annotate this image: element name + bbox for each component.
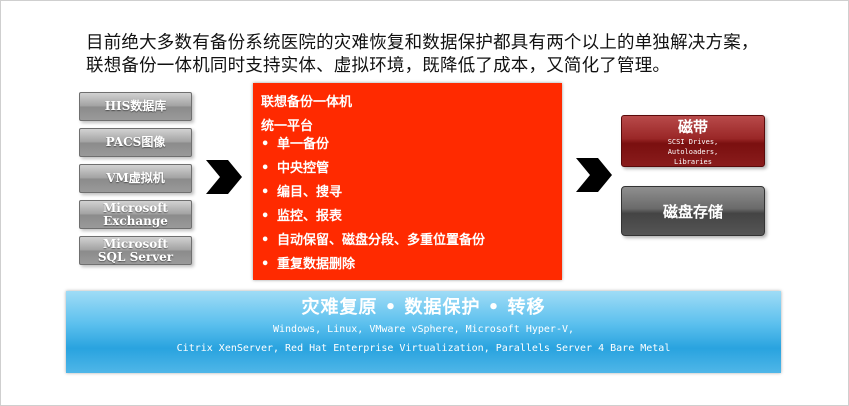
feature-label: 单一备份 [277, 137, 330, 152]
source-pacs-images: PACS图像 [79, 128, 192, 157]
platform-bar: 灾难复原 • 数据保护 • 转移 Windows, Linux, VMware … [66, 291, 781, 373]
arrow-right-icon [576, 158, 612, 192]
source-label-2: Exchange [103, 213, 168, 228]
center-title: 联想备份一体机 [261, 95, 353, 110]
source-sql-server: Microsoft SQL Server [79, 236, 192, 265]
bullet: • [261, 137, 270, 152]
feature-label: 编目、搜寻 [277, 185, 343, 200]
source-vm: VM虚拟机 [79, 164, 192, 193]
feature-label: 监控、报表 [277, 209, 343, 224]
bullet: • [261, 209, 270, 224]
bullet: • [261, 233, 270, 248]
backup-appliance-panel: 联想备份一体机 统一平台 • 单一备份 • 中央控管 • 编目、搜寻 • 监控、报表 •… [253, 83, 562, 280]
intro-line-2: 联想备份一体机同时支持实体、虚拟环境，既降低了成本，又简化了管理。 [86, 56, 671, 76]
source-exchange: Microsoft Exchange [79, 200, 192, 229]
feature-item: • 编目、搜寻 [261, 181, 485, 205]
disk-storage-target: 磁盘存储 [621, 186, 765, 236]
source-label: VM虚拟机 [106, 171, 165, 185]
platform-line-1: Windows, Linux, VMware vSphere, Microsof… [272, 324, 575, 335]
feature-list: • 单一备份 • 中央控管 • 编目、搜寻 • 监控、报表 • 自动保留、磁盘分段、多重位… [261, 133, 485, 277]
feature-label: 自动保留、磁盘分段、多重位置备份 [277, 233, 486, 248]
intro-text: 目前绝大多数有备份系统医院的灾难恢复和数据保护都具有两个以上的单独解决方案， 联… [86, 32, 826, 78]
source-list: HIS数据库 PACS图像 VM虚拟机 Microsoft Exchange M… [79, 92, 194, 272]
feature-label: 重复数据删除 [277, 257, 356, 272]
platform-line-2: Citrix XenServer, Red Hat Enterprise Vir… [176, 343, 671, 354]
tape-title: 磁带 [677, 118, 708, 136]
arrow-shape [206, 160, 242, 194]
bullet: • [261, 185, 270, 200]
source-label: Microsoft [103, 236, 168, 251]
feature-label: 中央控管 [277, 161, 330, 176]
source-label: PACS图像 [105, 135, 166, 149]
feature-item: • 重复数据删除 [261, 253, 485, 277]
tape-sub-2: Autoloaders, [667, 148, 719, 156]
feature-item: • 单一备份 [261, 133, 485, 157]
center-subtitle: 统一平台 [261, 119, 314, 134]
source-label: HIS数据库 [104, 99, 167, 113]
arrow-shape [576, 158, 612, 192]
platform-title: 灾难复原 • 数据保护 • 转移 [301, 297, 546, 318]
feature-item: • 监控、报表 [261, 205, 485, 229]
feature-item: • 中央控管 [261, 157, 485, 181]
arrow-right-icon [206, 160, 242, 194]
bullet: • [261, 161, 270, 176]
source-label: Microsoft [103, 200, 168, 215]
bullet: • [261, 257, 270, 272]
source-label-2: SQL Server [97, 249, 174, 264]
tape-sub-3: Libraries [674, 158, 712, 166]
source-his-database: HIS数据库 [79, 92, 192, 121]
tape-target: 磁带 SCSI Drives, Autoloaders, Libraries [621, 115, 765, 167]
intro-line-1: 目前绝大多数有备份系统医院的灾难恢复和数据保护都具有两个以上的单独解决方案， [86, 33, 759, 53]
disk-title: 磁盘存储 [662, 202, 723, 221]
feature-item: • 自动保留、磁盘分段、多重位置备份 [261, 229, 485, 253]
tape-sub-1: SCSI Drives, [667, 138, 719, 146]
